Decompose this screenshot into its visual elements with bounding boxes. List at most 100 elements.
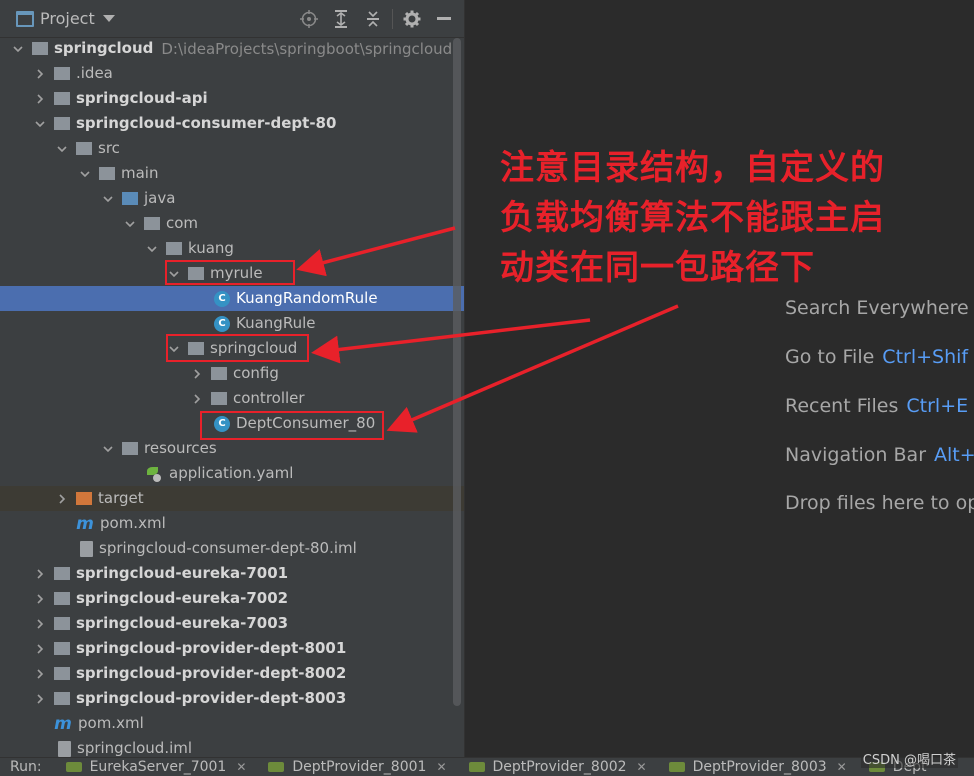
project-panel: Project springcloud D:\ideaProjects\spri… — [0, 0, 465, 757]
tree-row-provider-8001[interactable]: springcloud-provider-dept-8001 — [0, 636, 464, 661]
tree-row-provider-8002[interactable]: springcloud-provider-dept-8002 — [0, 661, 464, 686]
chevron-down-icon[interactable] — [100, 441, 116, 457]
tree-label: springcloud-provider-dept-8003 — [76, 689, 347, 707]
tree-row-kuang-random-rule[interactable]: C KuangRandomRule — [0, 286, 464, 311]
tree-row-consumer[interactable]: springcloud-consumer-dept-80 — [0, 111, 464, 136]
tree-row-config[interactable]: config — [0, 361, 464, 386]
annotation-text: 注意目录结构，自定义的 负载均衡算法不能跟主启 动类在同一包路径下 — [500, 143, 960, 293]
chevron-right-icon[interactable] — [32, 641, 48, 657]
java-class-icon: C — [214, 315, 230, 332]
tree-label: pom.xml — [78, 714, 144, 732]
tree-label: pom.xml — [100, 514, 166, 532]
chevron-down-icon[interactable] — [10, 41, 26, 57]
project-path: D:\ideaProjects\springboot\springcloud — [161, 39, 453, 58]
tree-label: controller — [233, 389, 305, 407]
hint-text: Search Everywhere — [785, 297, 969, 319]
run-tab[interactable]: DeptProvider_8002 ✕ — [468, 759, 647, 775]
collapse-all-icon[interactable] — [357, 3, 389, 35]
chevron-down-icon[interactable] — [32, 116, 48, 132]
run-config-icon — [268, 762, 285, 772]
annotation-line: 注意目录结构，自定义的 — [500, 148, 885, 188]
tree-row-controller[interactable]: controller — [0, 386, 464, 411]
hide-panel-icon[interactable] — [428, 3, 460, 35]
tree-label: springcloud-consumer-dept-80 — [76, 114, 337, 132]
panel-title[interactable]: Project — [40, 9, 95, 28]
chevron-down-icon[interactable] — [122, 216, 138, 232]
view-selector-caret-icon[interactable] — [102, 15, 115, 22]
module-folder-icon — [54, 592, 70, 605]
tree-row-provider-8003[interactable]: springcloud-provider-dept-8003 — [0, 686, 464, 711]
chevron-right-icon[interactable] — [189, 366, 205, 382]
module-folder-icon — [54, 667, 70, 680]
tree-row-eureka-7001[interactable]: springcloud-eureka-7001 — [0, 561, 464, 586]
chevron-right-icon[interactable] — [189, 391, 205, 407]
tree-row-pom-root[interactable]: m pom.xml — [0, 711, 464, 736]
annotation-line: 动类在同一包路径下 — [500, 248, 815, 288]
run-tab-label: DeptProvider_8001 — [292, 759, 427, 775]
chevron-down-icon[interactable] — [77, 166, 93, 182]
run-config-icon — [668, 762, 685, 772]
chevron-right-icon[interactable] — [54, 491, 70, 507]
tree-row-com[interactable]: com — [0, 211, 464, 236]
tree-row-main[interactable]: main — [0, 161, 464, 186]
chevron-right-icon[interactable] — [32, 591, 48, 607]
project-panel-header: Project — [0, 0, 464, 38]
tree-row-java[interactable]: java — [0, 186, 464, 211]
close-icon[interactable]: ✕ — [436, 760, 446, 774]
close-icon[interactable]: ✕ — [837, 760, 847, 774]
annotation-line: 负载均衡算法不能跟主启 — [500, 198, 885, 238]
tree-label: main — [121, 164, 159, 182]
expand-all-icon[interactable] — [325, 3, 357, 35]
run-tab[interactable]: DeptProvider_8003 ✕ — [668, 759, 847, 775]
tree-row-root-iml[interactable]: springcloud.iml — [0, 736, 464, 757]
tree-label: kuang — [188, 239, 234, 257]
folder-icon — [99, 167, 115, 180]
tree-scrollbar[interactable] — [453, 38, 461, 706]
tree-row-consumer-iml[interactable]: springcloud-consumer-dept-80.iml — [0, 536, 464, 561]
chevron-down-icon[interactable] — [100, 191, 116, 207]
hint-search-everywhere: Search Everywhere — [785, 297, 974, 319]
tree-label: KuangRandomRule — [236, 289, 378, 307]
tree-row-pom-inner[interactable]: m pom.xml — [0, 511, 464, 536]
chevron-right-icon[interactable] — [32, 616, 48, 632]
tree-row-application-yaml[interactable]: application.yaml — [0, 461, 464, 486]
tree-label: springcloud-eureka-7002 — [76, 589, 289, 607]
close-icon[interactable]: ✕ — [236, 760, 246, 774]
tree-row-src[interactable]: src — [0, 136, 464, 161]
tree-row-root[interactable]: springcloud D:\ideaProjects\springboot\s… — [0, 36, 464, 61]
tree-row-kuang[interactable]: kuang — [0, 236, 464, 261]
chevron-right-icon[interactable] — [32, 691, 48, 707]
chevron-down-icon[interactable] — [144, 241, 160, 257]
run-tab-label: DeptProvider_8002 — [492, 759, 627, 775]
chevron-right-icon[interactable] — [32, 91, 48, 107]
highlight-box-dept-consumer — [200, 411, 384, 440]
run-tab[interactable]: EurekaServer_7001 ✕ — [65, 759, 246, 775]
tree-row-target[interactable]: target — [0, 486, 464, 511]
module-folder-icon — [54, 642, 70, 655]
chevron-right-icon[interactable] — [32, 666, 48, 682]
tree-label: springcloud-api — [76, 89, 208, 107]
gear-icon[interactable] — [396, 3, 428, 35]
chevron-right-icon[interactable] — [32, 566, 48, 582]
chevron-down-icon[interactable] — [54, 141, 70, 157]
tree-row-idea[interactable]: .idea — [0, 61, 464, 86]
hint-recent-files: Recent Files Ctrl+E — [785, 395, 968, 417]
tree-row-api[interactable]: springcloud-api — [0, 86, 464, 111]
tree-row-eureka-7003[interactable]: springcloud-eureka-7003 — [0, 611, 464, 636]
toolbar-separator — [392, 9, 393, 29]
tree-label: springcloud — [54, 39, 154, 57]
tree-label: config — [233, 364, 279, 382]
module-folder-icon — [54, 92, 70, 105]
module-folder-icon — [54, 117, 70, 130]
chevron-right-icon[interactable] — [32, 66, 48, 82]
tree-label: java — [144, 189, 176, 207]
tree-row-eureka-7002[interactable]: springcloud-eureka-7002 — [0, 586, 464, 611]
module-folder-icon — [54, 692, 70, 705]
package-icon — [166, 242, 182, 255]
hint-text: Recent Files — [785, 395, 899, 417]
locate-file-icon[interactable] — [293, 3, 325, 35]
close-icon[interactable]: ✕ — [637, 760, 647, 774]
run-tab[interactable]: DeptProvider_8001 ✕ — [268, 759, 447, 775]
panel-toolbar — [293, 0, 460, 38]
tree-row-kuang-rule[interactable]: C KuangRule — [0, 311, 464, 336]
